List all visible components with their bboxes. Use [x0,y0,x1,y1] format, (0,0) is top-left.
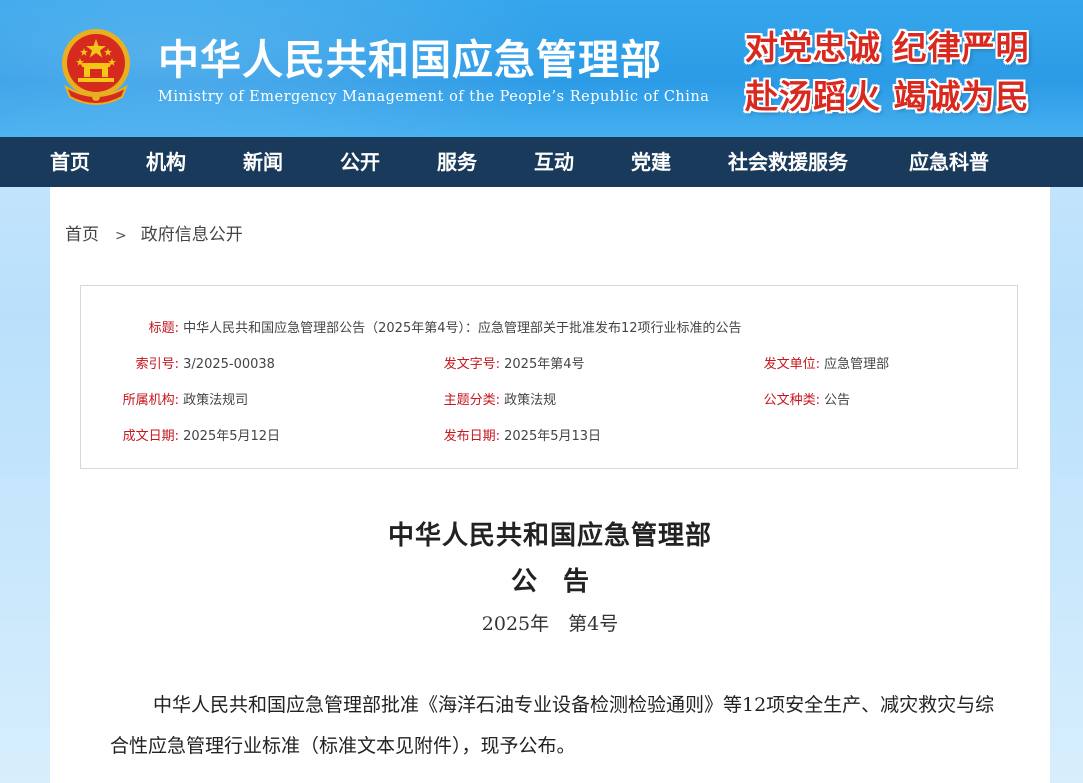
meta-published-label: 发布日期: [443,429,500,444]
breadcrumb-current[interactable]: 政府信息公开 [141,225,243,245]
breadcrumb-home[interactable]: 首页 [65,225,99,245]
nav-item-interaction[interactable]: 互动 [534,137,574,187]
content-panel: 首页 > 政府信息公开 标题: 中华人民共和国应急管理部公告（2025年第4号）：应… [50,187,1050,783]
meta-type-row: 公文种类: 公告 [741,389,851,408]
breadcrumb: 首页 > 政府信息公开 [65,220,243,245]
meta-created-value: 2025年5月12日 [183,429,281,444]
meta-docnum-row: 发文字号: 2025年第4号 [421,353,585,372]
nav-item-party[interactable]: 党建 [631,137,671,187]
document-kind: 公 告 [510,567,589,597]
meta-issuer-row: 发文单位: 应急管理部 [741,353,890,372]
meta-docnum-label: 发文字号: [443,357,500,372]
document-metadata: 标题: 中华人民共和国应急管理部公告（2025年第4号）：应急管理部关于批准发布… [80,285,1018,469]
meta-dept-label: 所属机构: [122,393,179,408]
nav-item-science[interactable]: 应急科普 [909,137,989,187]
meta-title-row: 标题: 中华人民共和国应急管理部公告（2025年第4号）：应急管理部关于批准发布… [121,317,742,336]
site-title[interactable]: 中华人民共和国应急管理部 [158,26,662,86]
nav-item-home[interactable]: 首页 [50,137,90,187]
meta-issuer-value: 应急管理部 [824,357,890,372]
meta-index-row: 索引号: 3/2025-00038 [121,353,275,372]
document-number: 2025年 第4号 [481,613,619,635]
meta-title-value: 中华人民共和国应急管理部公告（2025年第4号）：应急管理部关于批准发布12项行… [183,321,742,336]
slogan-line-2: 赴汤蹈火 竭诚为民 [745,77,1030,116]
nav-item-organization[interactable]: 机构 [146,137,186,187]
meta-created-label: 成文日期: [122,429,179,444]
meta-published-row: 发布日期: 2025年5月13日 [421,425,601,444]
nav-item-rescue-services[interactable]: 社会救援服务 [728,137,848,187]
document-body-paragraph: 中华人民共和国应急管理部批准《海洋石油专业设备检测检验通则》等12项安全生产、减… [110,694,995,757]
meta-dept-row: 所属机构: 政策法规司 [121,389,249,408]
meta-topic-label: 主题分类: [443,393,500,408]
national-emblem-icon[interactable] [60,25,132,109]
nav-item-disclosure[interactable]: 公开 [340,137,380,187]
nav-item-services[interactable]: 服务 [437,137,477,187]
site-subtitle: Ministry of Emergency Management of the … [158,89,710,105]
meta-type-label: 公文种类: [763,393,820,408]
meta-dept-value: 政策法规司 [183,393,249,408]
meta-type-value: 公告 [824,393,851,408]
meta-issuer-label: 发文单位: [763,357,820,372]
slogan-line-1: 对党忠诚 纪律严明 [745,28,1030,67]
site-header: 中华人民共和国应急管理部 Ministry of Emergency Manag… [0,0,1083,137]
meta-topic-row: 主题分类: 政策法规 [421,389,557,408]
document-issuer: 中华人民共和国应急管理部 [387,521,712,551]
meta-index-value: 3/2025-00038 [183,357,275,372]
meta-docnum-value: 2025年第4号 [504,357,585,372]
main-nav: 首页 机构 新闻 公开 服务 互动 党建 社会救援服务 应急科普 [0,137,1083,187]
meta-index-label: 索引号: [135,357,179,372]
meta-topic-value: 政策法规 [504,393,557,408]
nav-item-news[interactable]: 新闻 [243,137,283,187]
meta-created-row: 成文日期: 2025年5月12日 [121,425,280,444]
meta-published-value: 2025年5月13日 [504,429,602,444]
breadcrumb-separator: > [115,228,127,244]
meta-title-label: 标题: [148,321,179,336]
